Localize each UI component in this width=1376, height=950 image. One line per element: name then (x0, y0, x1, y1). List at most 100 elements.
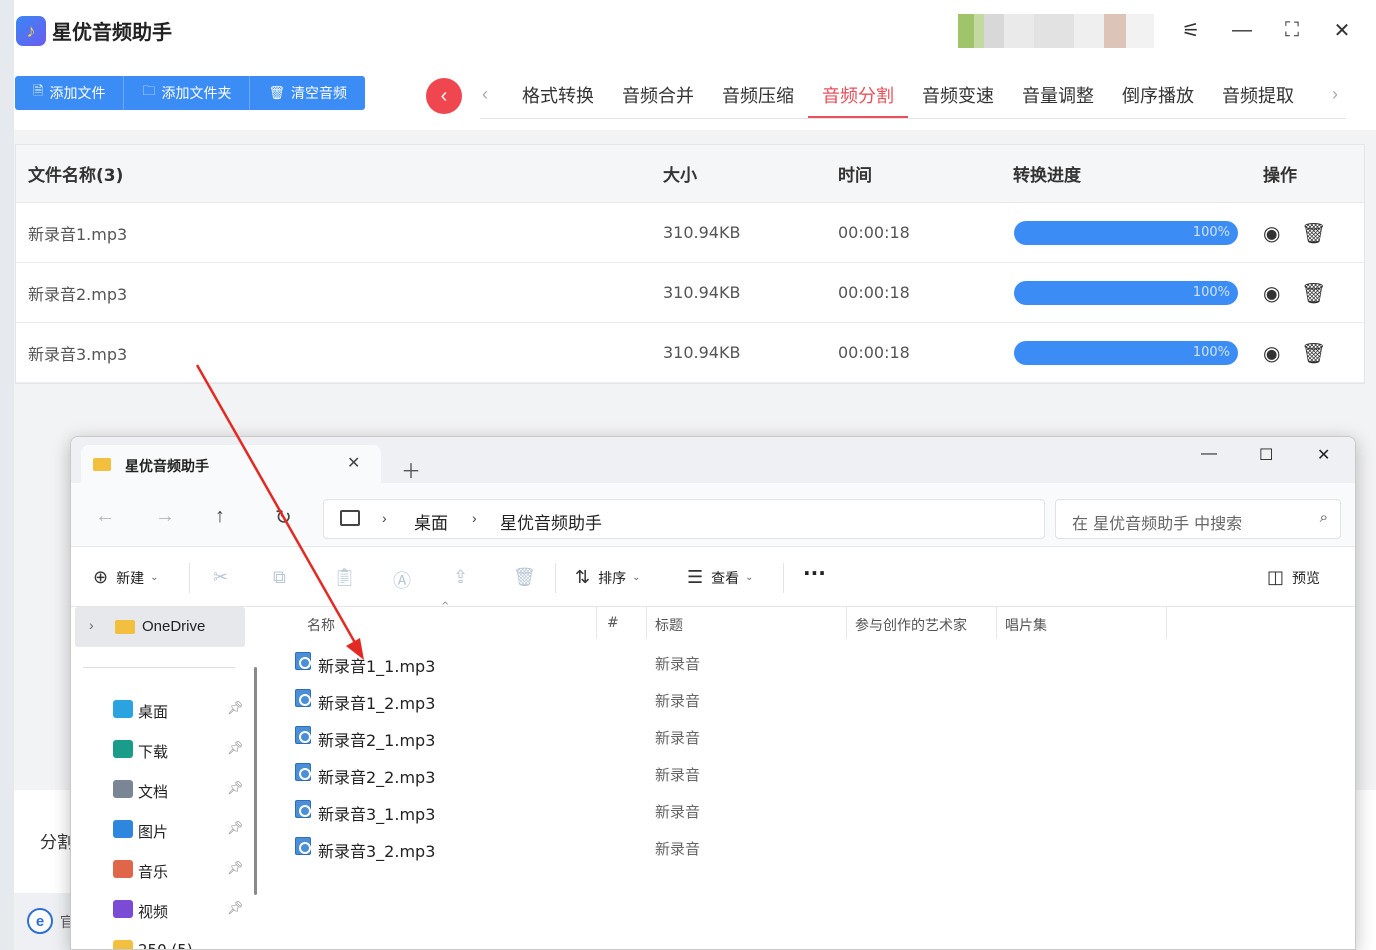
view-button[interactable]: ☰ 查看 ⌄ (687, 567, 754, 588)
col-header-artists[interactable]: 参与创作的艺术家 (847, 607, 997, 639)
preview-eye-icon[interactable]: ◉ (1263, 281, 1280, 305)
share-icon[interactable]: ⇪ (453, 567, 468, 588)
copy-icon[interactable]: ⧉ (273, 567, 286, 588)
table-row[interactable]: 新录音2.mp3 310.94KB 00:00:18 100% ◉ 🗑︎ (16, 263, 1364, 323)
clear-list-label: 清空音频 (290, 86, 347, 102)
list-item[interactable]: 新录音3_2.mp3 新录音 (265, 830, 1355, 867)
file-title: 新录音 (655, 729, 701, 747)
address-box[interactable]: › 桌面 › 星优音频助手 (323, 499, 1045, 539)
nav-item-3[interactable]: 文档 📌︎ (71, 773, 251, 807)
add-file-button[interactable]: 🗎 添加文件 (15, 76, 125, 110)
col-header-name[interactable]: 名称 ^ (265, 601, 597, 639)
refresh-icon[interactable]: ↻ (275, 505, 292, 530)
clear-list-button[interactable]: 🗑 清空音频 (250, 76, 365, 110)
tab-7[interactable]: 倒序播放 (1108, 82, 1208, 118)
tab-8[interactable]: 音频提取 (1208, 82, 1308, 118)
pin-icon[interactable]: 📌︎ (227, 820, 244, 836)
preview-label: 预览 (1292, 570, 1321, 587)
navigation-pane: › OneDrive 桌面 📌︎ 下载 📌︎ 文档 📌︎ 图片 📌︎ 音乐 📌︎ 视频 📌︎ 250 (… (71, 607, 265, 949)
pin-icon[interactable]: 📌︎ (227, 740, 244, 756)
preview-pane-button[interactable]: ◫ 预览 (1267, 567, 1320, 588)
tab-1[interactable]: 格式转换 (508, 82, 608, 118)
tab-5[interactable]: 音频变速 (908, 82, 1008, 118)
file-name: 新录音1_1.mp3 (318, 657, 436, 676)
tab-3[interactable]: 音频压缩 (708, 82, 808, 118)
list-item[interactable]: 新录音1_2.mp3 新录音 (265, 682, 1355, 719)
forward-arrow-icon[interactable]: → (155, 505, 175, 528)
list-item[interactable]: 新录音2_2.mp3 新录音 (265, 756, 1355, 793)
file-name: 新录音3_1.mp3 (318, 805, 436, 824)
file-title: 新录音 (655, 803, 701, 821)
tab-2[interactable]: 音频合并 (608, 82, 708, 118)
picture-icon (113, 820, 133, 838)
app-titlebar: ♪ 星优音频助手 ⚟ — ⛶ ✕ (14, 0, 1376, 62)
nav-item-7[interactable]: 250 (5) (71, 933, 251, 949)
list-item[interactable]: 新录音3_1.mp3 新录音 (265, 793, 1355, 830)
tabs-scroll-left-icon[interactable]: ‹ (482, 84, 488, 105)
back-circle-button[interactable]: ‹ (426, 78, 462, 114)
delete-icon[interactable]: 🗑︎ (513, 567, 536, 588)
music-icon (113, 860, 133, 878)
pin-icon[interactable]: 📌︎ (227, 780, 244, 796)
cut-icon[interactable]: ✂ (213, 567, 228, 588)
list-item[interactable]: 新录音2_1.mp3 新录音 (265, 719, 1355, 756)
nav-scrollbar[interactable] (254, 667, 257, 895)
explorer-search-input[interactable]: 在 星优音频助手 中搜索 ⌕ (1055, 499, 1341, 539)
rename-icon[interactable]: Ⓐ (393, 567, 411, 593)
settings-sliders-icon[interactable]: ⚟ (1177, 16, 1205, 44)
explorer-minimize-button[interactable]: — (1201, 445, 1217, 463)
col-header-album[interactable]: 唱片集 (997, 607, 1167, 639)
preview-eye-icon[interactable]: ◉ (1263, 341, 1280, 365)
paste-icon[interactable]: 📋︎ (333, 567, 356, 588)
pin-icon[interactable]: 📌︎ (227, 900, 244, 916)
preview-eye-icon[interactable]: ◉ (1263, 221, 1280, 245)
breadcrumb-chevron-icon[interactable]: › (472, 510, 477, 526)
minimize-button[interactable]: — (1228, 16, 1256, 44)
chevron-right-icon[interactable]: › (89, 617, 94, 633)
close-button[interactable]: ✕ (1328, 16, 1356, 44)
chevron-down-icon: ⌄ (632, 572, 641, 583)
list-item[interactable]: 新录音1_1.mp3 新录音 (265, 645, 1355, 682)
sort-button[interactable]: ⇅ 排序 ⌄ (575, 567, 640, 588)
close-tab-icon[interactable]: ✕ (347, 453, 360, 473)
up-arrow-icon[interactable]: ↑ (215, 505, 225, 528)
col-header-title[interactable]: 标题 (647, 607, 847, 639)
delete-trash-icon[interactable]: 🗑︎ (1301, 221, 1326, 245)
nav-onedrive[interactable]: › OneDrive (75, 607, 245, 647)
breadcrumb-folder[interactable]: 星优音频助手 (500, 509, 602, 534)
breadcrumb-desktop[interactable]: 桌面 (414, 509, 448, 534)
folder-icon (115, 620, 135, 634)
tab-6[interactable]: 音量调整 (1008, 82, 1108, 118)
more-options-button[interactable]: ··· (803, 561, 826, 585)
website-e-icon[interactable]: e (27, 908, 53, 934)
back-arrow-icon[interactable]: ← (95, 505, 115, 528)
maximize-button[interactable]: ⛶ (1278, 16, 1306, 44)
table-row[interactable]: 新录音1.mp3 310.94KB 00:00:18 100% ◉ 🗑︎ (16, 203, 1364, 263)
new-label: 新建 (116, 570, 145, 587)
cmd-separator (555, 563, 556, 593)
nav-item-4[interactable]: 图片 📌︎ (71, 813, 251, 847)
progress-bar: 100% (1014, 220, 1238, 245)
delete-trash-icon[interactable]: 🗑︎ (1301, 281, 1326, 305)
pin-icon[interactable]: 📌︎ (227, 860, 244, 876)
col-header-number[interactable]: # (597, 607, 647, 639)
tab-4[interactable]: 音频分割 (808, 82, 908, 118)
breadcrumb-chevron-icon[interactable]: › (382, 510, 387, 526)
nav-item-5[interactable]: 音乐 📌︎ (71, 853, 251, 887)
nav-item-6[interactable]: 视频 📌︎ (71, 893, 251, 927)
explorer-maximize-button[interactable]: ☐ (1259, 445, 1273, 465)
delete-trash-icon[interactable]: 🗑︎ (1301, 341, 1326, 365)
pin-icon[interactable]: 📌︎ (227, 700, 244, 716)
nav-item-2[interactable]: 下载 📌︎ (71, 733, 251, 767)
explorer-tab[interactable]: 星优音频助手 ✕ (81, 445, 381, 483)
nav-item-1[interactable]: 桌面 📌︎ (71, 693, 251, 727)
folder-icon (113, 940, 133, 949)
user-avatar-blurred[interactable] (958, 14, 1154, 48)
new-button[interactable]: ⊕ 新建 ⌄ (93, 567, 158, 588)
new-tab-icon[interactable]: ＋ (401, 455, 421, 484)
sort-label: 排序 (598, 570, 627, 587)
table-row[interactable]: 新录音3.mp3 310.94KB 00:00:18 100% ◉ 🗑︎ (16, 323, 1364, 383)
explorer-close-button[interactable]: ✕ (1317, 445, 1330, 465)
add-folder-button[interactable]: 🗀 添加文件夹 (124, 76, 251, 110)
tabs-scroll-right-icon[interactable]: › (1332, 84, 1338, 105)
